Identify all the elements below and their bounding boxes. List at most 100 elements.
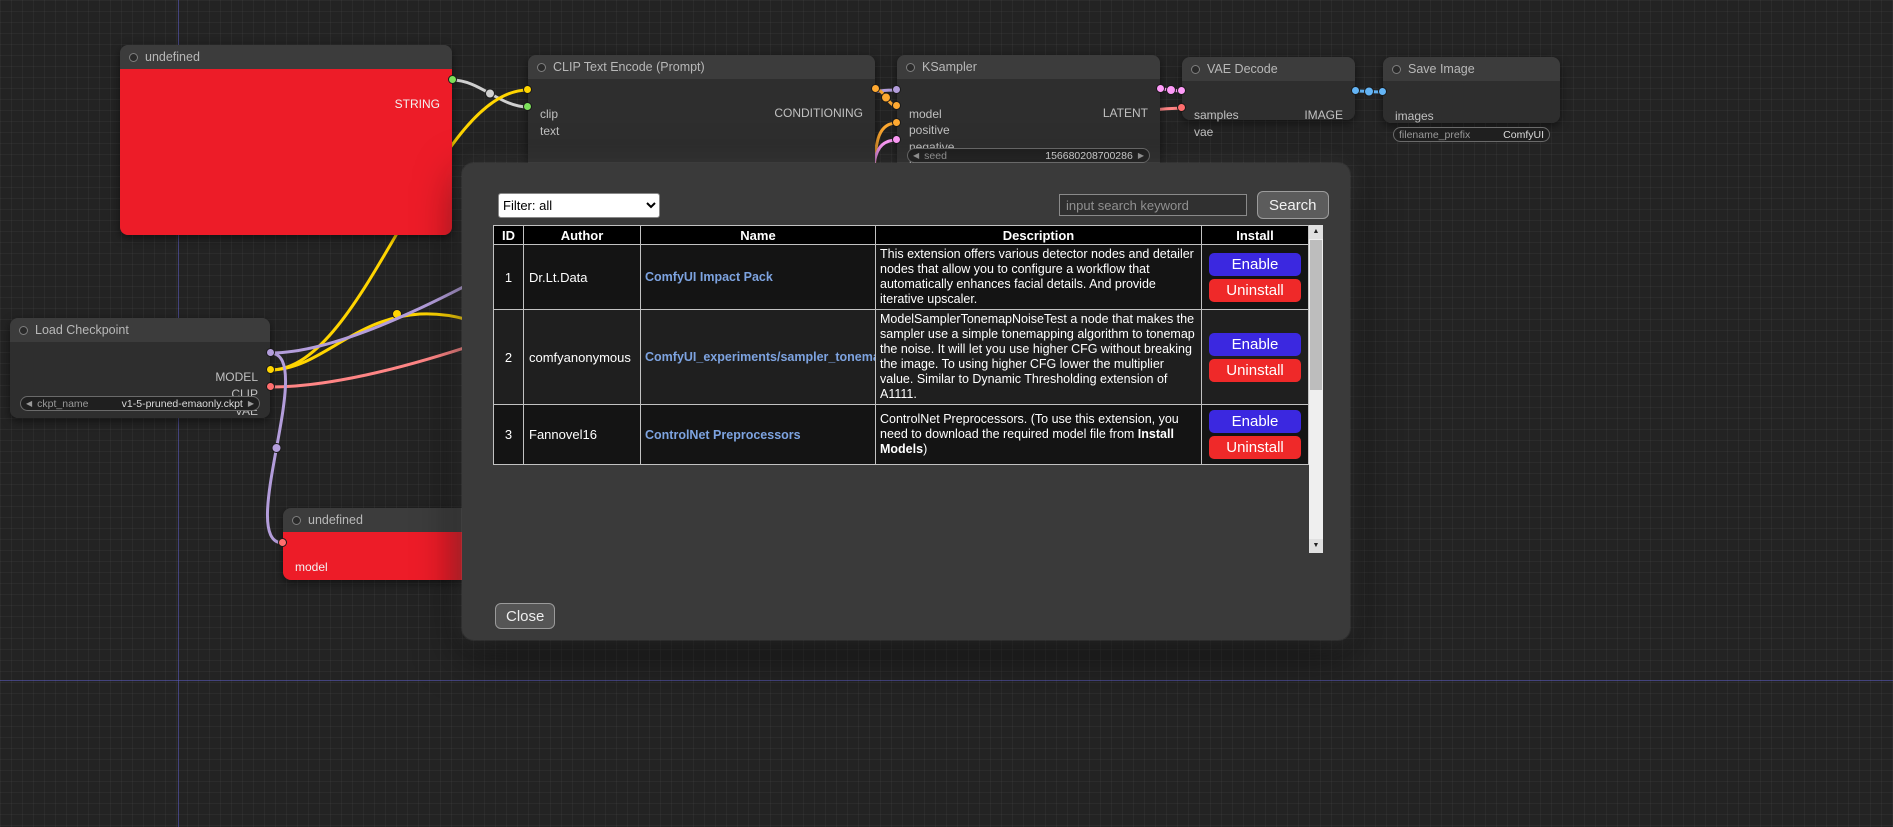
node-status-dot-icon[interactable] [1392,65,1401,74]
enable-button[interactable]: Enable [1209,410,1301,433]
wire-string [452,80,528,107]
input-pin-negative[interactable] [892,118,901,127]
filename-prefix-value: ComfyUI [1503,129,1544,141]
search-input[interactable] [1059,194,1247,216]
node-body: images filename_prefix ComfyUI [1383,81,1560,123]
extension-link[interactable]: ControlNet Preprocessors [645,428,801,442]
node-status-dot-icon[interactable] [19,326,28,335]
node-header[interactable]: KSampler [897,55,1160,79]
node-undefined-top[interactable]: undefined STRING [120,45,452,235]
output-pin-image[interactable] [1351,86,1360,95]
table-header-row: ID Author Name Description Install [494,226,1309,245]
node-body: MODEL CLIP VAE ◀ ckpt_name v1-5-pruned-e… [10,342,270,418]
output-pin-model[interactable] [266,348,275,357]
extension-description: ControlNet Preprocessors. (To use this e… [876,405,1202,465]
node-title: Load Checkpoint [35,323,129,337]
input-pin-images[interactable] [1378,87,1387,96]
node-title: undefined [308,513,363,527]
node-header[interactable]: undefined [120,45,452,69]
increment-icon[interactable]: ▶ [1138,152,1144,160]
output-label-model: MODEL [215,369,258,385]
node-title: VAE Decode [1207,62,1278,76]
node-title: undefined [145,50,200,64]
grid-axis-horizontal [0,680,1893,681]
scroll-up-icon[interactable]: ▲ [1309,225,1323,239]
uninstall-button[interactable]: Uninstall [1209,436,1301,459]
output-label-conditioning: CONDITIONING [774,105,863,121]
input-label-vae: vae [1194,124,1213,140]
extension-row: 1 Dr.Lt.Data ComfyUI Impact Pack This ex… [494,245,1309,310]
node-title: KSampler [922,60,977,74]
node-header[interactable]: VAE Decode [1182,57,1355,81]
node-vae-decode[interactable]: VAE Decode samples vae IMAGE [1182,57,1355,120]
node-save-image[interactable]: Save Image images filename_prefix ComfyU… [1383,57,1560,123]
extension-row: 3 Fannovel16 ControlNet Preprocessors Co… [494,405,1309,465]
node-body: model [283,532,483,580]
enable-button[interactable]: Enable [1209,253,1301,276]
next-icon[interactable]: ▶ [248,400,254,408]
search-button[interactable]: Search [1257,191,1329,219]
node-header[interactable]: CLIP Text Encode (Prompt) [528,55,875,79]
extension-description: This extension offers various detector n… [876,245,1202,310]
header-name: Name [641,226,876,245]
header-author: Author [524,226,641,245]
scroll-down-icon[interactable]: ▼ [1309,539,1323,553]
input-label-images: images [1395,108,1434,124]
table-scrollbar[interactable]: ▲ ▼ [1309,225,1323,553]
extension-link[interactable]: ComfyUI_experiments/sampler_tonemap [645,350,876,364]
extension-link[interactable]: ComfyUI Impact Pack [645,270,773,284]
description-text: This extension offers various detector n… [880,247,1194,306]
node-status-dot-icon[interactable] [537,63,546,72]
ckpt-name-widget[interactable]: ◀ ckpt_name v1-5-pruned-emaonly.ckpt ▶ [20,396,260,411]
input-label-samples: samples [1194,107,1239,123]
ckpt-name-label: ckpt_name [37,398,88,410]
uninstall-button[interactable]: Uninstall [1209,279,1301,302]
close-button[interactable]: Close [495,603,555,629]
output-pin-latent[interactable] [1156,84,1165,93]
input-pin-positive[interactable] [892,101,901,110]
scrollbar-thumb[interactable] [1310,240,1322,390]
seed-label: seed [924,150,947,162]
decrement-icon[interactable]: ◀ [913,152,919,160]
extension-id: 1 [494,245,524,310]
node-header[interactable]: undefined [283,508,483,532]
node-header[interactable]: Load Checkpoint [10,318,270,342]
input-pin-vae[interactable] [1177,103,1186,112]
input-pin-text[interactable] [523,102,532,111]
output-pin-clip[interactable] [266,365,275,374]
node-body: STRING [120,69,452,235]
extension-author: Fannovel16 [524,405,641,465]
filename-prefix-label: filename_prefix [1399,129,1470,141]
node-undefined-bottom[interactable]: undefined model [283,508,483,580]
input-pin-samples[interactable] [1177,86,1186,95]
node-header[interactable]: Save Image [1383,57,1560,81]
uninstall-button[interactable]: Uninstall [1209,359,1301,382]
node-load-checkpoint[interactable]: Load Checkpoint MODEL CLIP VAE ◀ ckpt_na… [10,318,270,418]
header-install: Install [1202,226,1309,245]
output-pin-string[interactable] [448,75,457,84]
node-title: Save Image [1408,62,1475,76]
input-pin-model[interactable] [278,538,287,547]
ckpt-name-value: v1-5-pruned-emaonly.ckpt [122,398,243,410]
output-pin-vae[interactable] [266,382,275,391]
node-status-dot-icon[interactable] [129,53,138,62]
output-label-image: IMAGE [1304,107,1343,123]
enable-button[interactable]: Enable [1209,333,1301,356]
description-text: ModelSamplerTonemapNoiseTest a node that… [880,312,1195,401]
output-pin-conditioning[interactable] [871,84,880,93]
input-label-model: model [295,559,328,575]
custom-node-manager-dialog: Filter: all Search ID Author Name Descri… [462,163,1350,640]
input-pin-latent-image[interactable] [892,135,901,144]
previous-icon[interactable]: ◀ [26,400,32,408]
input-label-positive: positive [909,122,950,138]
node-status-dot-icon[interactable] [906,63,915,72]
filter-select[interactable]: Filter: all [498,193,660,218]
extension-row: 2 comfyanonymous ComfyUI_experiments/sam… [494,310,1309,405]
node-status-dot-icon[interactable] [1191,65,1200,74]
filename-prefix-widget[interactable]: filename_prefix ComfyUI [1393,127,1550,142]
input-pin-model[interactable] [892,85,901,94]
node-status-dot-icon[interactable] [292,516,301,525]
seed-widget[interactable]: ◀ seed 156680208700286 ▶ [907,148,1150,163]
node-graph-canvas[interactable]: undefined STRING CLIP Text Encode (Promp… [0,0,1893,827]
input-pin-clip[interactable] [523,85,532,94]
